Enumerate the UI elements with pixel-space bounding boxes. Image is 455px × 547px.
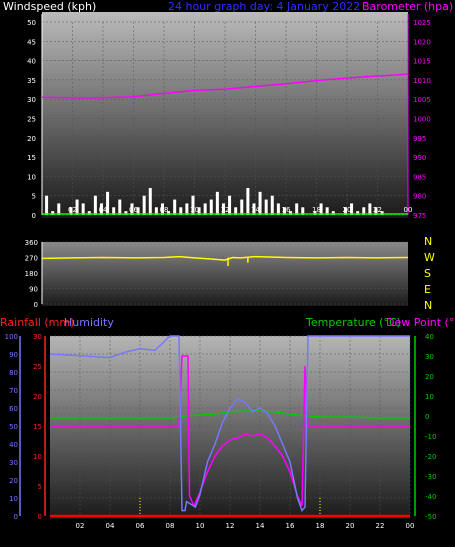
wind-tick-label-5: 5 xyxy=(32,193,36,201)
barometer-tick-label-990: 990 xyxy=(413,154,426,162)
temperature-tick-label-40: 40 xyxy=(425,333,434,341)
humidity-tick-label-30: 30 xyxy=(9,459,18,467)
dewpoint-axis-label: Dew Point (°C) xyxy=(386,316,455,329)
direction-tick-label-180: 180 xyxy=(25,270,38,278)
wind-tick-label-35: 35 xyxy=(27,77,36,85)
barometer-tick-label-995: 995 xyxy=(413,135,426,143)
rain-x-tick-label-04: 04 xyxy=(106,522,115,530)
rain-x-tick-label-20: 20 xyxy=(346,522,355,530)
humidity-tick-label-20: 20 xyxy=(9,477,18,485)
humidity-tick-label-70: 70 xyxy=(9,387,18,395)
windspeed-bar xyxy=(106,191,110,215)
barometer-tick-label-985: 985 xyxy=(413,173,426,181)
rainfall-tick-label-0: 0 xyxy=(38,513,42,521)
windspeed-bar xyxy=(228,195,232,215)
humidity-tick-label-10: 10 xyxy=(9,495,18,503)
windspeed-axis-label: Windspeed (kph) xyxy=(3,0,96,13)
wind-tick-label-20: 20 xyxy=(27,135,36,143)
wind-tick-label-30: 30 xyxy=(27,96,36,104)
compass-label-0: N xyxy=(424,235,432,248)
direction-tick-label-360: 360 xyxy=(25,239,38,247)
direction-panel-background xyxy=(42,242,408,306)
windspeed-bar xyxy=(240,199,244,215)
rainfall-tick-label-15: 15 xyxy=(33,423,42,431)
rain-x-tick-label-22: 22 xyxy=(376,522,385,530)
windspeed-bar xyxy=(93,195,97,215)
compass-label-2: S xyxy=(424,267,431,280)
humidity-tick-label-40: 40 xyxy=(9,441,18,449)
windspeed-bar xyxy=(191,195,195,215)
temperature-tick-label-20: 20 xyxy=(425,373,434,381)
barometer-tick-label-1000: 1000 xyxy=(413,116,431,124)
windspeed-bar xyxy=(173,199,177,215)
temperature-tick-label-10: 10 xyxy=(425,393,434,401)
weather-graph-svg: Windspeed (kph) 24 hour graph day: 4 Jan… xyxy=(0,0,455,530)
windspeed-bar xyxy=(258,191,262,215)
wind-tick-label-10: 10 xyxy=(27,173,36,181)
humidity-tick-label-80: 80 xyxy=(9,369,18,377)
wind-tick-label-50: 50 xyxy=(27,19,36,27)
windspeed-bar xyxy=(142,195,146,215)
humidity-tick-label-50: 50 xyxy=(9,423,18,431)
humidity-tick-label-60: 60 xyxy=(9,405,18,413)
windspeed-bar xyxy=(246,187,250,215)
rain-x-tick-label-16: 16 xyxy=(286,522,295,530)
rain-panel-background xyxy=(50,336,410,519)
weather-graph: Windspeed (kph) 24 hour graph day: 4 Jan… xyxy=(0,0,455,543)
humidity-tick-label-90: 90 xyxy=(9,351,18,359)
humidity-tick-label-0: 0 xyxy=(14,513,18,521)
humidity-tick-label-100: 100 xyxy=(5,333,18,341)
windspeed-bar xyxy=(264,199,268,215)
compass-label-3: E xyxy=(424,283,431,296)
rain-x-tick-label-02: 02 xyxy=(76,522,85,530)
compass-label-4: N xyxy=(424,299,432,312)
barometer-tick-label-1010: 1010 xyxy=(413,77,431,85)
direction-tick-label-0: 0 xyxy=(34,301,38,309)
wind-tick-label-25: 25 xyxy=(27,116,36,124)
rain-x-tick-label-18: 18 xyxy=(316,522,325,530)
rainfall-tick-label-20: 20 xyxy=(33,393,42,401)
windspeed-bar xyxy=(118,199,122,215)
rainfall-tick-label-5: 5 xyxy=(38,483,42,491)
barometer-tick-label-980: 980 xyxy=(413,193,426,201)
barometer-tick-label-1020: 1020 xyxy=(413,38,431,46)
windspeed-bar xyxy=(209,199,213,215)
barometer-tick-label-975: 975 xyxy=(413,212,426,220)
chart-title: 24 hour graph day: 4 January 2022 xyxy=(168,0,360,13)
direction-tick-label-270: 270 xyxy=(25,255,38,263)
wind-tick-label-0: 0 xyxy=(32,212,36,220)
rain-x-tick-label-00: 00 xyxy=(406,522,415,530)
temperature-tick-label-30: 30 xyxy=(425,353,434,361)
temperature-tick-label--40: -40 xyxy=(425,493,436,501)
windspeed-bar xyxy=(75,199,79,215)
humidity-axis-label: Humidity xyxy=(64,316,114,329)
rainfall-tick-label-10: 10 xyxy=(33,453,42,461)
temperature-tick-label--50: -50 xyxy=(425,513,436,521)
rain-x-tick-label-12: 12 xyxy=(226,522,235,530)
rain-x-tick-label-10: 10 xyxy=(196,522,205,530)
rain-x-tick-label-08: 08 xyxy=(166,522,175,530)
rainfall-tick-label-25: 25 xyxy=(33,363,42,371)
windspeed-bar xyxy=(215,191,219,215)
windspeed-bar xyxy=(45,195,49,215)
temperature-tick-label--10: -10 xyxy=(425,433,436,441)
rain-x-tick-label-06: 06 xyxy=(136,522,145,530)
wind-tick-label-40: 40 xyxy=(27,58,36,66)
temperature-tick-label--30: -30 xyxy=(425,473,436,481)
windspeed-bar xyxy=(270,195,274,215)
windspeed-bar xyxy=(148,187,152,215)
barometer-tick-label-1015: 1015 xyxy=(413,58,431,66)
rainfall-tick-label-30: 30 xyxy=(33,333,42,341)
barometer-tick-label-1005: 1005 xyxy=(413,96,431,104)
temperature-tick-label--20: -20 xyxy=(425,453,436,461)
rain-x-tick-label-14: 14 xyxy=(256,522,265,530)
barometer-axis-label: Barometer (hpa) xyxy=(362,0,453,13)
wind-tick-label-15: 15 xyxy=(27,154,36,162)
direction-tick-label-90: 90 xyxy=(29,286,38,294)
barometer-tick-label-1025: 1025 xyxy=(413,19,431,27)
compass-label-1: W xyxy=(424,251,435,264)
temperature-tick-label-0: 0 xyxy=(425,413,429,421)
wind-tick-label-45: 45 xyxy=(27,38,36,46)
